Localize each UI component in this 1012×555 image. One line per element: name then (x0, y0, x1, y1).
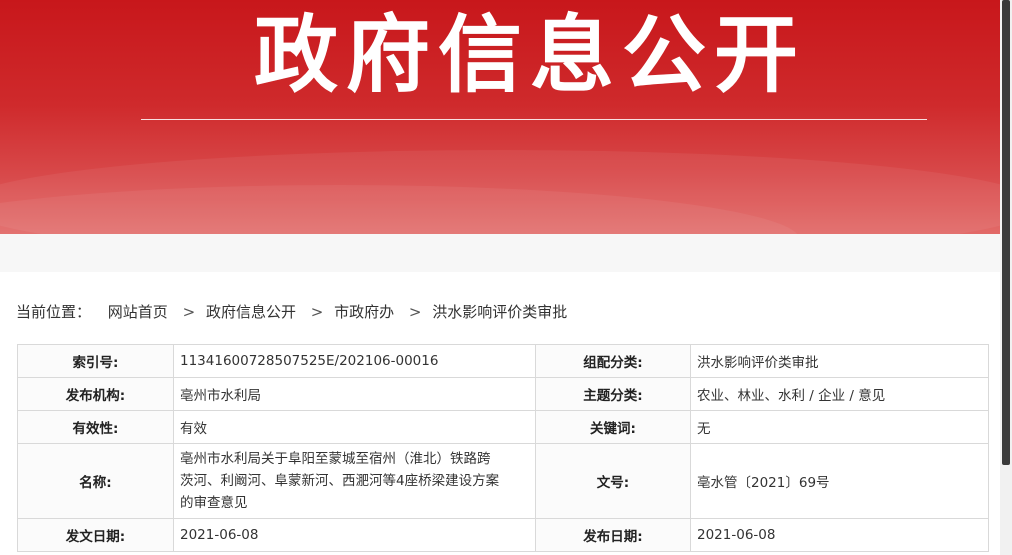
topic-label: 主题分类: (535, 377, 691, 411)
table-row: 索引号: 11341600728507525E/202106-00016 组配分… (17, 344, 989, 378)
name-line: 茨河、利阚河、阜蒙新河、西淝河等4座桥梁建设方案 (180, 473, 500, 489)
nav-strip (0, 234, 1000, 272)
validity-value: 有效 (173, 410, 536, 444)
document-metadata-table: 索引号: 11341600728507525E/202106-00016 组配分… (17, 344, 989, 552)
breadcrumb: 当前位置： 网站首页 > 政府信息公开 > 市政府办 > 洪水影响评价类审批 (16, 301, 571, 322)
name-line: 亳州市水利局关于阜阳至蒙城至宿州（淮北）铁路跨 (180, 451, 491, 467)
validity-label: 有效性: (17, 410, 174, 444)
pub-date-value: 2021-06-08 (690, 518, 989, 552)
name-label: 名称: (17, 443, 174, 519)
breadcrumb-current-page[interactable]: 洪水影响评价类审批 (432, 303, 567, 321)
publisher-value: 亳州市水利局 (173, 377, 536, 411)
doc-no-label: 文号: (535, 443, 691, 519)
publisher-label: 发布机构: (17, 377, 174, 411)
index-no-value: 11341600728507525E/202106-00016 (173, 344, 536, 378)
table-row: 发文日期: 2021-06-08 发布日期: 2021-06-08 (17, 518, 989, 552)
category-label: 组配分类: (535, 344, 691, 378)
breadcrumb-home-link[interactable]: 网站首页 (108, 303, 168, 321)
scrollbar-thumb[interactable] (1002, 0, 1010, 465)
table-row: 有效性: 有效 关键词: 无 (17, 410, 989, 444)
doc-no-value: 亳水管〔2021〕69号 (690, 443, 989, 519)
header-banner: 政府信息公开 (0, 0, 1000, 234)
keywords-label: 关键词: (535, 410, 691, 444)
name-value: 亳州市水利局关于阜阳至蒙城至宿州（淮北）铁路跨 茨河、利阚河、阜蒙新河、西淝河等… (173, 443, 536, 519)
doc-date-label: 发文日期: (17, 518, 174, 552)
page-scrollbar[interactable] (1000, 0, 1012, 555)
breadcrumb-city-office-link[interactable]: 市政府办 (334, 303, 394, 321)
breadcrumb-separator: > (408, 303, 422, 321)
table-row: 名称: 亳州市水利局关于阜阳至蒙城至宿州（淮北）铁路跨 茨河、利阚河、阜蒙新河、… (17, 443, 989, 519)
name-line: 的审查意见 (180, 495, 248, 511)
pub-date-label: 发布日期: (535, 518, 691, 552)
banner-divider (141, 119, 927, 120)
breadcrumb-label: 当前位置： (16, 303, 92, 321)
topic-value: 农业、林业、水利 / 企业 / 意见 (690, 377, 989, 411)
breadcrumb-separator: > (182, 303, 196, 321)
breadcrumb-separator: > (310, 303, 324, 321)
keywords-value: 无 (690, 410, 989, 444)
index-no-label: 索引号: (17, 344, 174, 378)
doc-date-value: 2021-06-08 (173, 518, 536, 552)
category-value: 洪水影响评价类审批 (690, 344, 989, 378)
breadcrumb-gov-info-link[interactable]: 政府信息公开 (206, 303, 296, 321)
banner-title: 政府信息公开 (253, 6, 806, 104)
table-row: 发布机构: 亳州市水利局 主题分类: 农业、林业、水利 / 企业 / 意见 (17, 377, 989, 411)
